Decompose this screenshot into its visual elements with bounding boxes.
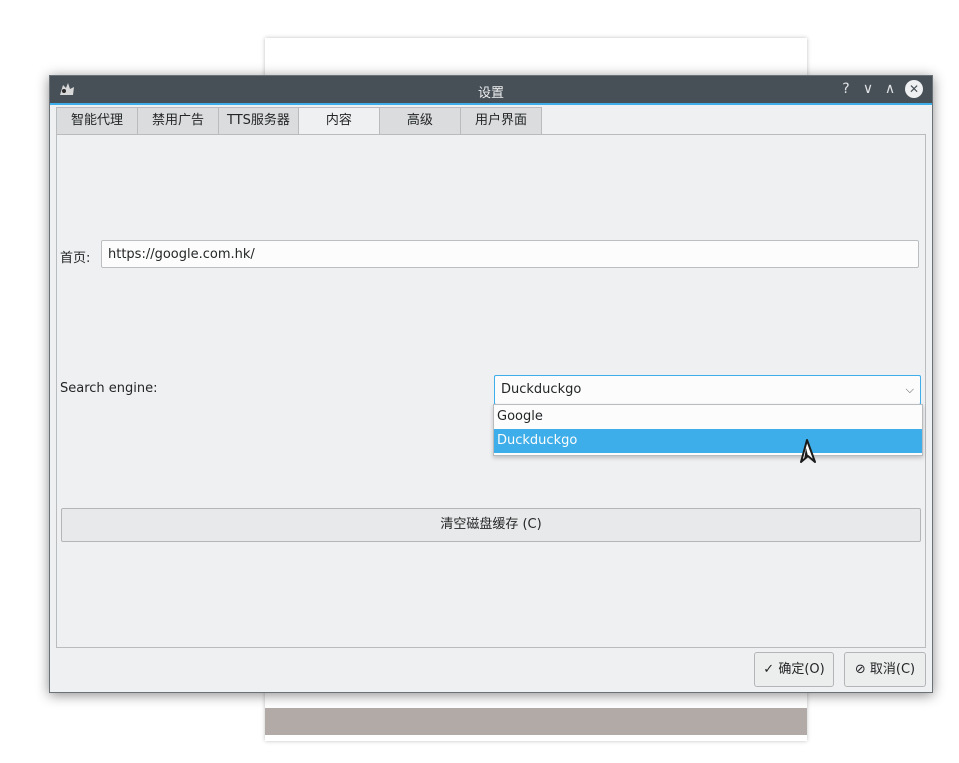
tab-advanced[interactable]: 高级	[378, 107, 461, 134]
close-icon: ✕	[908, 82, 920, 96]
chevron-down-icon: ⌵	[905, 383, 914, 396]
titlebar: 设置 ? ∨ ∧ ✕	[50, 76, 932, 105]
dialog-title: 设置	[477, 86, 504, 101]
help-button[interactable]: ?	[836, 79, 856, 99]
homepage-label: 首页:	[60, 251, 91, 266]
search-engine-dropdown: Google Duckduckgo	[493, 404, 923, 456]
minimize-button[interactable]: ∨	[858, 79, 878, 99]
ok-button[interactable]: ✓ 确定(O)	[754, 652, 834, 687]
option-duckduckgo[interactable]: Duckduckgo	[494, 429, 922, 453]
clear-cache-button[interactable]: 清空磁盘缓存 (C)	[61, 508, 921, 542]
background-window-strip	[265, 708, 807, 735]
maximize-button[interactable]: ∧	[880, 79, 900, 99]
tab-content[interactable]: 内容	[297, 107, 380, 136]
tab-proxy[interactable]: 智能代理	[56, 107, 139, 134]
mouse-cursor-icon	[800, 439, 816, 463]
tab-bar: 智能代理 禁用广告 TTS服务器 内容 高级 用户界面	[56, 107, 542, 136]
close-button[interactable]: ✕	[905, 80, 923, 98]
tab-ui[interactable]: 用户界面	[459, 107, 542, 134]
homepage-input[interactable]: https://google.com.hk/	[101, 240, 919, 268]
search-engine-select[interactable]: Duckduckgo ⌵	[494, 375, 921, 405]
tab-tts[interactable]: TTS服务器	[218, 107, 299, 134]
search-engine-value: Duckduckgo	[501, 382, 582, 397]
settings-dialog: 设置 ? ∨ ∧ ✕ 智能代理 禁用广告 TTS服务器 内容 高级 用户界面 首…	[49, 75, 933, 693]
cancel-button[interactable]: ⊘ 取消(C)	[844, 652, 926, 687]
content-panel: 首页: https://google.com.hk/ Search engine…	[56, 134, 926, 648]
tab-adblock[interactable]: 禁用广告	[137, 107, 220, 134]
search-engine-label: Search engine:	[60, 381, 158, 396]
option-google[interactable]: Google	[494, 405, 922, 429]
